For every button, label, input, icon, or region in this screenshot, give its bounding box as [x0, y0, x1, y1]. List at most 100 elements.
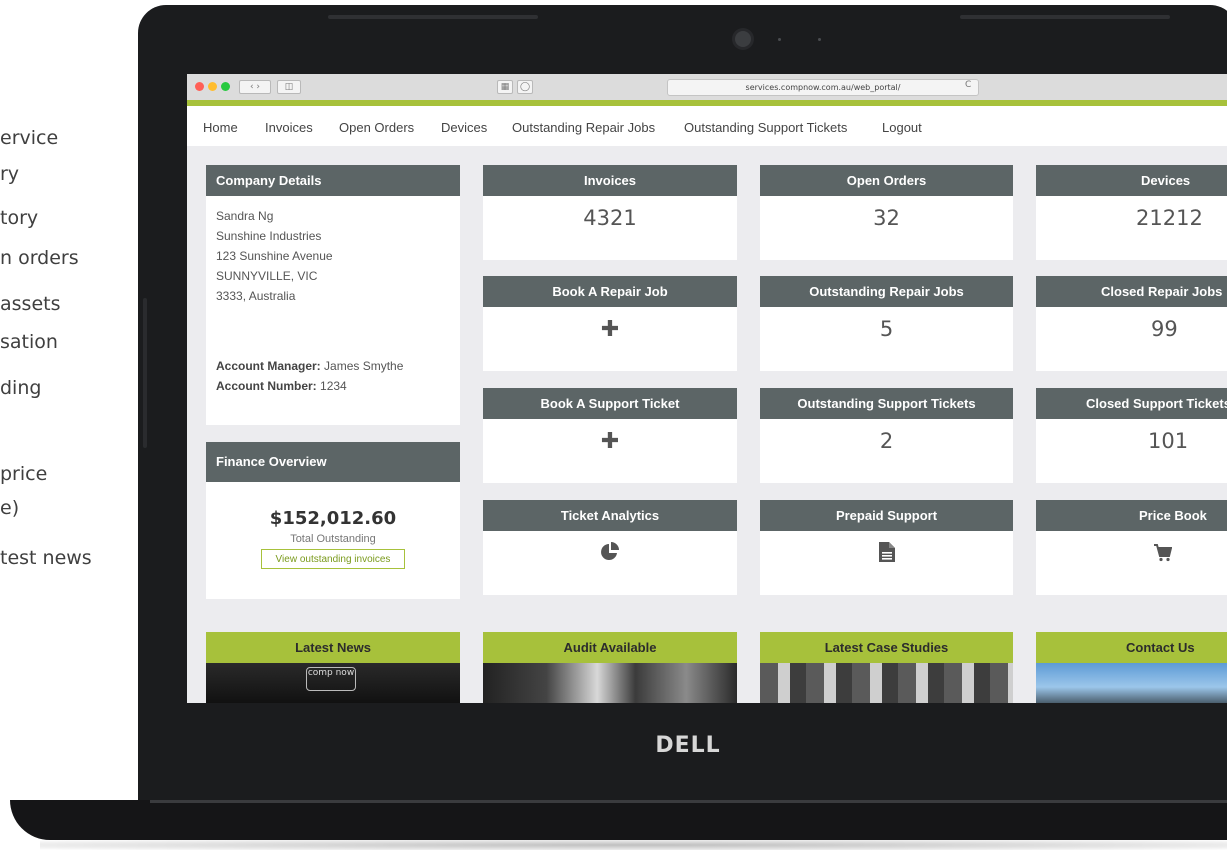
- camera-indicator: [818, 38, 821, 41]
- devices-tile[interactable]: Devices 21212: [1036, 165, 1227, 260]
- finance-overview-title: Finance Overview: [206, 442, 460, 482]
- nav-outstanding-repair-jobs[interactable]: Outstanding Repair Jobs: [512, 120, 655, 135]
- nav-home[interactable]: Home: [203, 120, 238, 135]
- view-outstanding-invoices-button[interactable]: View outstanding invoices: [261, 549, 405, 569]
- back-forward-buttons[interactable]: ‹ ›: [239, 80, 271, 94]
- laptop-shadow: [40, 840, 1227, 850]
- book-repair-job-title: Book A Repair Job: [483, 276, 737, 307]
- open-orders-count: 32: [873, 206, 900, 230]
- invoices-tile[interactable]: Invoices 4321: [483, 165, 737, 260]
- audit-image: [483, 663, 737, 703]
- laptop-base: [0, 794, 1227, 852]
- contact-name: Sandra Ng: [216, 209, 274, 223]
- company-details-card: Company Details Sandra Ng Sunshine Indus…: [206, 165, 460, 425]
- open-orders-tile[interactable]: Open Orders 32: [760, 165, 1013, 260]
- company-details-title: Company Details: [206, 165, 460, 196]
- closed-repair-jobs-tile[interactable]: Closed Repair Jobs 99: [1036, 276, 1227, 371]
- lid-groove: [960, 15, 1170, 19]
- account-number: Account Number: 1234: [216, 376, 450, 396]
- reader-icon[interactable]: ▦: [497, 80, 513, 94]
- reload-icon[interactable]: C: [965, 80, 971, 90]
- ticket-analytics-tile[interactable]: Ticket Analytics: [483, 500, 737, 595]
- outstanding-repair-jobs-count: 5: [879, 317, 894, 341]
- nav-invoices[interactable]: Invoices: [265, 120, 313, 135]
- outstanding-repair-jobs-title: Outstanding Repair Jobs: [760, 276, 1013, 307]
- audit-available-card[interactable]: Audit Available: [483, 632, 737, 703]
- webcam: [735, 31, 751, 47]
- price-book-tile[interactable]: Price Book: [1036, 500, 1227, 595]
- finance-overview-card: Finance Overview $152,012.60 Total Outst…: [206, 442, 460, 599]
- devices-count: 21212: [1136, 206, 1203, 230]
- outstanding-support-tickets-count: 2: [879, 429, 894, 453]
- close-window-button[interactable]: [195, 82, 204, 91]
- feature-list: ervice ry tory n orders assets sation di…: [0, 0, 140, 852]
- feature-item: ry: [0, 163, 20, 185]
- laptop-deck: [10, 800, 1227, 840]
- minimize-window-button[interactable]: [208, 82, 217, 91]
- case-studies-image: [760, 663, 1013, 703]
- book-repair-job-tile[interactable]: Book A Repair Job ✚: [483, 276, 737, 371]
- latest-case-studies-title: Latest Case Studies: [760, 632, 1013, 663]
- contact-us-card[interactable]: Contact Us: [1036, 632, 1227, 703]
- plus-icon: ✚: [600, 316, 620, 341]
- feature-item: sation: [0, 331, 58, 353]
- laptop-screen: ‹ › ◫ ▦ ◯ services.compnow.com.au/web_po…: [187, 74, 1227, 703]
- cart-icon: [1036, 541, 1227, 569]
- browser-chrome: ‹ › ◫ ▦ ◯ services.compnow.com.au/web_po…: [187, 74, 1227, 101]
- sidebar-toggle-icon[interactable]: ◫: [277, 80, 301, 94]
- invoices-tile-title: Invoices: [483, 165, 737, 196]
- main-nav: Home Invoices Open Orders Devices Outsta…: [187, 106, 1227, 146]
- laptop-side-edge: [143, 298, 147, 448]
- outstanding-support-tickets-title: Outstanding Support Tickets: [760, 388, 1013, 419]
- feature-item: tory: [0, 207, 39, 229]
- address-line: 3333, Australia: [216, 289, 296, 303]
- feature-item: n orders: [0, 247, 79, 269]
- account-number-label: Account Number:: [216, 379, 317, 393]
- ticket-analytics-title: Ticket Analytics: [483, 500, 737, 531]
- latest-news-title: Latest News: [206, 632, 460, 663]
- nav-open-orders[interactable]: Open Orders: [339, 120, 414, 135]
- closed-support-tickets-title: Closed Support Tickets: [1036, 388, 1227, 419]
- camera-indicator: [778, 38, 781, 41]
- book-support-ticket-tile[interactable]: Book A Support Ticket ✚: [483, 388, 737, 483]
- nav-outstanding-support-tickets[interactable]: Outstanding Support Tickets: [684, 120, 847, 135]
- prepaid-support-tile[interactable]: Prepaid Support: [760, 500, 1013, 595]
- open-orders-tile-title: Open Orders: [760, 165, 1013, 196]
- prepaid-support-title: Prepaid Support: [760, 500, 1013, 531]
- laptop-deck-edge: [150, 800, 1227, 803]
- feature-item: test news: [0, 547, 92, 569]
- contact-us-title: Contact Us: [1036, 632, 1227, 663]
- nav-logout[interactable]: Logout: [882, 120, 922, 135]
- total-outstanding-amount: $152,012.60: [269, 508, 397, 529]
- feature-item: ding: [0, 377, 42, 399]
- audit-available-title: Audit Available: [483, 632, 737, 663]
- plus-icon: ✚: [600, 428, 620, 453]
- latest-case-studies-card[interactable]: Latest Case Studies: [760, 632, 1013, 703]
- account-manager-label: Account Manager:: [216, 359, 321, 373]
- maximize-window-button[interactable]: [221, 82, 230, 91]
- compnow-logo: comp now: [306, 667, 356, 691]
- privacy-icon[interactable]: ◯: [517, 80, 533, 94]
- feature-item: e): [0, 497, 20, 519]
- closed-support-tickets-count: 101: [1148, 429, 1189, 453]
- outstanding-support-tickets-tile[interactable]: Outstanding Support Tickets 2: [760, 388, 1013, 483]
- company-name: Sunshine Industries: [216, 229, 322, 243]
- contact-us-image: [1036, 663, 1227, 703]
- address-line: SUNNYVILLE, VIC: [216, 269, 318, 283]
- address-line: 123 Sunshine Avenue: [216, 249, 333, 263]
- account-manager: Account Manager: James Smythe: [216, 356, 450, 376]
- invoices-count: 4321: [583, 206, 637, 230]
- address-bar[interactable]: services.compnow.com.au/web_portal/: [667, 79, 979, 96]
- closed-support-tickets-tile[interactable]: Closed Support Tickets 101: [1036, 388, 1227, 483]
- laptop-brand-logo: DELL: [655, 733, 721, 758]
- account-number-value: 1234: [320, 379, 347, 393]
- nav-devices[interactable]: Devices: [441, 120, 487, 135]
- outstanding-repair-jobs-tile[interactable]: Outstanding Repair Jobs 5: [760, 276, 1013, 371]
- feature-item: ervice: [0, 127, 59, 149]
- feature-item: assets: [0, 293, 61, 315]
- closed-repair-jobs-title: Closed Repair Jobs: [1036, 276, 1227, 307]
- latest-news-card[interactable]: Latest News comp now: [206, 632, 460, 703]
- lid-groove: [328, 15, 538, 19]
- latest-news-image: comp now: [206, 663, 460, 703]
- devices-tile-title: Devices: [1036, 165, 1227, 196]
